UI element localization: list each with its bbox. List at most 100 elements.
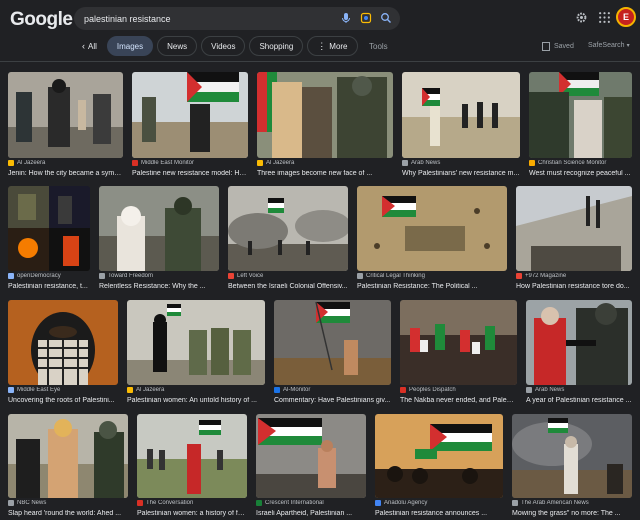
tab-news[interactable]: News [157,36,198,56]
clear-icon[interactable] [414,12,426,24]
result-title[interactable]: Slap heard 'round the world: Ahed ... [8,510,128,517]
image-result[interactable]: Peoples Dispatch The Nakba never ended, … [400,300,517,406]
tab-images[interactable]: Images [106,36,154,56]
result-thumbnail[interactable] [516,186,632,271]
mic-icon[interactable] [340,12,352,24]
result-title[interactable]: Jenin: How the city became a symb... [8,170,123,177]
result-source: Critical Legal Thinking [366,273,425,279]
favicon [132,160,138,166]
result-thumbnail[interactable] [8,72,123,158]
image-result[interactable]: Left Voice Between the Israeli Colonial … [228,186,348,293]
result-thumbnail[interactable] [127,300,265,385]
gear-icon[interactable] [574,10,588,24]
result-title[interactable]: Israeli Apartheid, Palestinian ... [256,510,366,517]
result-title[interactable]: Palestine new resistance model: Ho... [132,170,248,177]
result-title[interactable]: Palestinian women: a history of fe... [137,510,247,517]
result-thumbnail[interactable] [512,414,632,498]
image-result[interactable]: Middle East Eye Uncovering the roots of … [8,300,118,406]
result-thumbnail[interactable] [375,414,503,498]
result-thumbnail[interactable] [357,186,507,271]
image-result[interactable]: The Arab American News Mowing the grass"… [512,414,632,520]
result-title[interactable]: Uncovering the roots of Palestini... [8,397,118,404]
result-thumbnail[interactable] [274,300,391,385]
result-source: The Conversation [146,500,194,506]
result-title[interactable]: Three images become new face of ... [257,170,393,177]
result-thumbnail[interactable] [400,300,517,385]
tab-all[interactable]: ‹ All [76,36,103,56]
tools-button[interactable]: Tools [369,42,388,51]
result-source: openDemocracy [17,273,61,279]
image-result[interactable]: Toward Freedom Relentless Resistance: Wh… [99,186,219,293]
favicon [8,500,14,506]
image-result[interactable]: Middle East Monitor Palestine new resist… [132,72,248,180]
favicon [8,160,14,166]
result-title[interactable]: Palestinian women: An untold history of … [127,397,265,404]
result-source: Toward Freedom [108,273,154,279]
result-thumbnail[interactable] [256,414,366,498]
image-result[interactable]: Al Jazeera Palestinian women: An untold … [127,300,265,406]
image-result[interactable]: Critical Legal Thinking Palestinian Resi… [357,186,507,293]
result-source: +972 Magazine [525,273,567,279]
result-source: Middle East Monitor [141,160,195,166]
result-title[interactable]: West must recognize peaceful ... [529,170,632,177]
result-title[interactable]: Between the Israeli Colonial Offensiv... [228,283,348,290]
result-thumbnail[interactable] [228,186,348,271]
search-input[interactable] [84,7,324,30]
header: Google E ‹ All Images News Videos Shoppi… [0,0,640,62]
search-icon[interactable] [380,12,392,24]
result-title[interactable]: Mowing the grass" no more: The ... [512,510,632,517]
image-result[interactable]: +972 Magazine How Palestinian resistance… [516,186,632,293]
result-source: The Arab American News [521,500,589,506]
result-thumbnail[interactable] [137,414,247,498]
result-source: Crescent International [265,500,324,506]
result-thumbnail[interactable] [8,414,128,498]
result-title[interactable]: The Nakba never ended, and Palesti... [400,397,517,404]
image-result[interactable]: Arab News Why Palestinians' new resistan… [402,72,520,180]
safesearch-button[interactable]: SafeSearch ▾ [588,42,630,49]
image-result[interactable]: Al Jazeera Jenin: How the city became a … [8,72,123,180]
result-thumbnail[interactable] [529,72,632,158]
image-result[interactable]: Al Jazeera Three images become new face … [257,72,393,180]
result-thumbnail[interactable] [257,72,393,158]
image-result[interactable]: The Conversation Palestinian women: a hi… [137,414,247,520]
result-title[interactable]: Commentary: Have Palestinians giv... [274,397,391,404]
image-result[interactable]: NBC News Slap heard 'round the world: Ah… [8,414,128,520]
result-source: NBC News [17,500,47,506]
apps-grid-icon[interactable] [597,10,611,24]
result-title[interactable]: Palestinian resistance announces ... [375,510,503,517]
result-title[interactable]: Why Palestinians' new resistance m... [402,170,520,177]
result-thumbnail[interactable] [8,186,90,271]
more-vert-icon: ⋮ [317,40,327,51]
result-title[interactable]: Palestinian resistance, t... [8,283,90,290]
image-result[interactable]: openDemocracy Palestinian resistance, t.… [8,186,90,293]
result-title[interactable]: A year of Palestinian resistance ... [526,397,632,404]
tab-more[interactable]: ⋮ More [307,36,358,56]
result-source: Al Jazeera [266,160,295,166]
result-thumbnail[interactable] [99,186,219,271]
image-result[interactable]: Anadolu Agency Palestinian resistance an… [375,414,503,520]
image-result[interactable]: Arab News A year of Palestinian resistan… [526,300,632,406]
bookmark-icon [542,42,550,51]
tab-label: Images [116,41,144,51]
favicon [8,273,14,279]
favicon [137,500,143,506]
saved-button[interactable]: Saved [542,42,574,51]
favicon [526,387,532,393]
result-title[interactable]: Relentless Resistance: Why the ... [99,283,219,290]
tab-videos[interactable]: Videos [201,36,246,56]
avatar[interactable]: E [616,7,636,27]
result-title[interactable]: How Palestinian resistance tore do... [516,283,632,290]
result-thumbnail[interactable] [132,72,248,158]
image-result[interactable]: Christian Science Monitor West must reco… [529,72,632,180]
image-result[interactable]: Al-Monitor Commentary: Have Palestinians… [274,300,391,406]
search-box[interactable] [74,7,400,30]
image-result[interactable]: Crescent International Israeli Apartheid… [256,414,366,520]
result-thumbnail[interactable] [402,72,520,158]
result-title[interactable]: Palestinian Resistance: The Political ..… [357,283,507,290]
tab-shopping[interactable]: Shopping [249,36,304,56]
lens-icon[interactable] [360,12,372,24]
google-logo[interactable]: Google [10,9,73,31]
favicon [257,160,263,166]
result-thumbnail[interactable] [526,300,632,385]
result-thumbnail[interactable] [8,300,118,385]
